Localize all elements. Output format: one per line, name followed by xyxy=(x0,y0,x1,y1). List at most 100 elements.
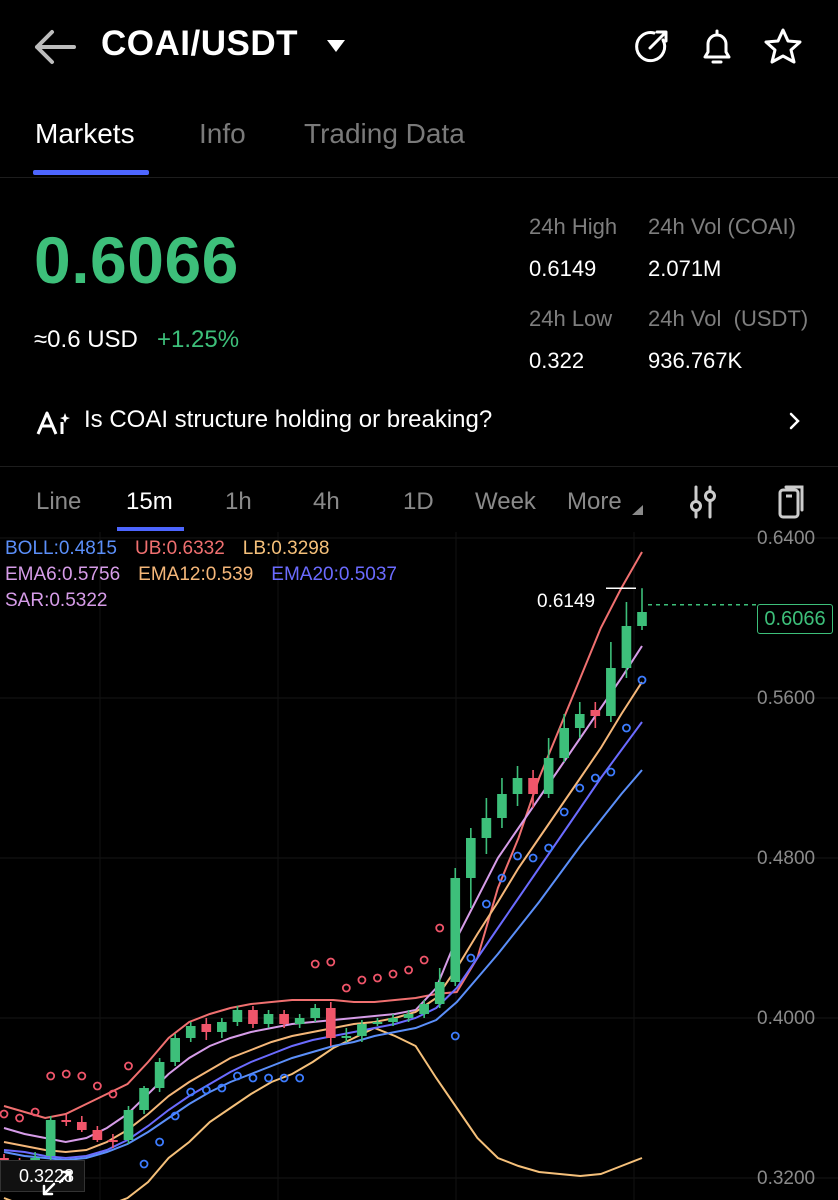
sar-dot xyxy=(373,973,382,983)
sar-dot xyxy=(310,959,320,969)
candle-body xyxy=(466,838,476,878)
candle-body xyxy=(574,714,585,728)
active-interval-indicator xyxy=(117,527,184,531)
sar-dot xyxy=(341,983,351,993)
interval-1h[interactable]: 1h xyxy=(225,488,252,516)
share-icon[interactable] xyxy=(630,26,672,68)
landscape-device-icon[interactable] xyxy=(776,484,806,520)
pair-title[interactable]: COAI/USDT xyxy=(101,24,298,64)
sar-dot xyxy=(435,923,445,933)
candle-body xyxy=(310,1008,321,1018)
sar-dot xyxy=(0,1109,9,1119)
current-price-tag: 0.6066 xyxy=(757,604,833,634)
banner-text: Is COAI structure holding or breaking? xyxy=(84,406,493,433)
low-24h-label: 24h Low xyxy=(529,306,613,331)
back-arrow-icon[interactable] xyxy=(30,24,78,70)
last-price: 0.6066 xyxy=(34,223,239,297)
low-24h-value: 0.322 xyxy=(529,348,585,373)
candle-body xyxy=(481,818,492,838)
candle-body xyxy=(201,1024,212,1032)
candle-body xyxy=(325,1008,336,1038)
expand-icon[interactable] xyxy=(40,1168,74,1198)
sar-dot xyxy=(264,1073,273,1083)
sar-dot xyxy=(606,767,616,777)
chart-canvas[interactable] xyxy=(0,532,838,1200)
sar-dot xyxy=(559,807,569,817)
candle-body xyxy=(92,1130,103,1140)
high-marker-label: 0.6149 xyxy=(537,591,596,612)
tab-info[interactable]: Info xyxy=(199,118,246,150)
candle-body xyxy=(108,1140,118,1142)
sar-dot xyxy=(155,1137,165,1147)
tab-markets[interactable]: Markets xyxy=(35,118,135,150)
sar-dot xyxy=(77,1071,87,1081)
candle-body xyxy=(263,1014,274,1024)
y-axis-label: 0.4800 xyxy=(757,848,816,869)
candle-body xyxy=(279,1014,289,1024)
price-change-percent: +1.25% xyxy=(157,326,240,353)
candlestick-chart[interactable] xyxy=(0,532,838,1200)
interval-week[interactable]: Week xyxy=(475,488,536,516)
candle-body xyxy=(543,758,554,794)
dropdown-caret-icon[interactable] xyxy=(324,34,348,58)
interval-line[interactable]: Line xyxy=(36,488,81,516)
sar-dot xyxy=(295,1073,305,1083)
interval-1d[interactable]: 1D xyxy=(403,488,434,516)
candle-body xyxy=(248,1010,258,1024)
candle-body xyxy=(76,1122,87,1130)
candle-body xyxy=(154,1062,165,1088)
vol-coin-label: 24h Vol (COAI) xyxy=(648,214,796,239)
sar-dot xyxy=(575,783,585,793)
sar-dot xyxy=(466,953,476,963)
candle-body xyxy=(528,778,538,794)
y-axis-label: 0.6400 xyxy=(757,528,816,549)
candle-body xyxy=(372,1022,383,1024)
more-caret-icon xyxy=(632,505,643,515)
candle-body xyxy=(294,1018,305,1024)
ai-sparkle-icon xyxy=(36,411,70,435)
sar-dot xyxy=(544,843,554,853)
sar-dot xyxy=(404,965,413,975)
indicator-row-3: SAR:0.5322 xyxy=(5,590,125,612)
candle-body xyxy=(123,1110,134,1140)
sar-dot xyxy=(124,1061,133,1071)
indicator-settings-icon[interactable] xyxy=(688,484,718,520)
candle-body xyxy=(170,1038,180,1062)
section-tabs: Markets Info Trading Data xyxy=(0,100,838,178)
indicator-row-2: EMA6:0.5756 EMA12:0.539 EMA20:0.5037 xyxy=(5,564,415,586)
sar-dot xyxy=(622,723,631,733)
sar-dot xyxy=(139,1159,149,1169)
y-axis-label: 0.4000 xyxy=(757,1008,816,1029)
sar-dot xyxy=(326,957,336,967)
sar-dot xyxy=(248,1073,258,1083)
high-24h-value: 0.6149 xyxy=(529,256,597,281)
candle-body xyxy=(637,612,647,626)
interval-15m[interactable]: 15m xyxy=(126,488,173,516)
interval-4h[interactable]: 4h xyxy=(313,488,340,516)
candle-body xyxy=(357,1024,367,1036)
candle-body xyxy=(341,1036,352,1038)
interval-more[interactable]: More xyxy=(567,488,622,516)
ub-value: UB:0.6332 xyxy=(134,538,225,559)
candle-body xyxy=(185,1026,196,1038)
candle-body xyxy=(497,794,507,818)
candle-body xyxy=(232,1010,243,1022)
candle-body xyxy=(621,626,632,668)
star-icon[interactable] xyxy=(762,26,804,68)
bell-icon[interactable] xyxy=(696,26,738,68)
sar-dot xyxy=(590,773,600,783)
candle-body xyxy=(217,1022,227,1032)
ema12-value: EMA12:0.539 xyxy=(138,564,254,585)
ema6-value: EMA6:0.5756 xyxy=(5,564,121,585)
sar-dot xyxy=(419,955,429,965)
lb-value: LB:0.3298 xyxy=(242,538,330,559)
candle-body xyxy=(606,668,616,716)
sar-value: SAR:0.5322 xyxy=(5,590,108,611)
tab-trading-data[interactable]: Trading Data xyxy=(304,118,465,150)
divider xyxy=(0,466,838,467)
candle-body xyxy=(45,1120,56,1156)
candle-body xyxy=(388,1018,398,1022)
ai-insight-banner[interactable]: Is COAI structure holding or breaking? xyxy=(0,398,838,448)
candle-body xyxy=(450,878,461,982)
candle-body xyxy=(559,728,570,758)
